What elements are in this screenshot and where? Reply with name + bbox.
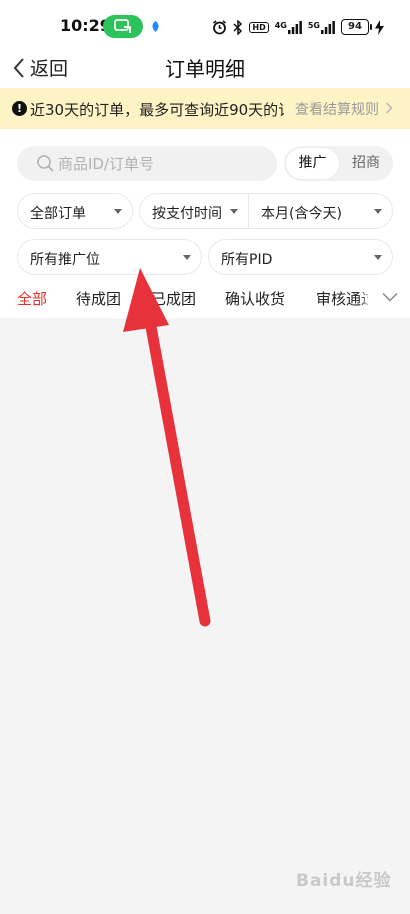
annotation-arrow xyxy=(123,268,211,627)
baidu-watermark: Baidu经验 xyxy=(296,871,392,891)
